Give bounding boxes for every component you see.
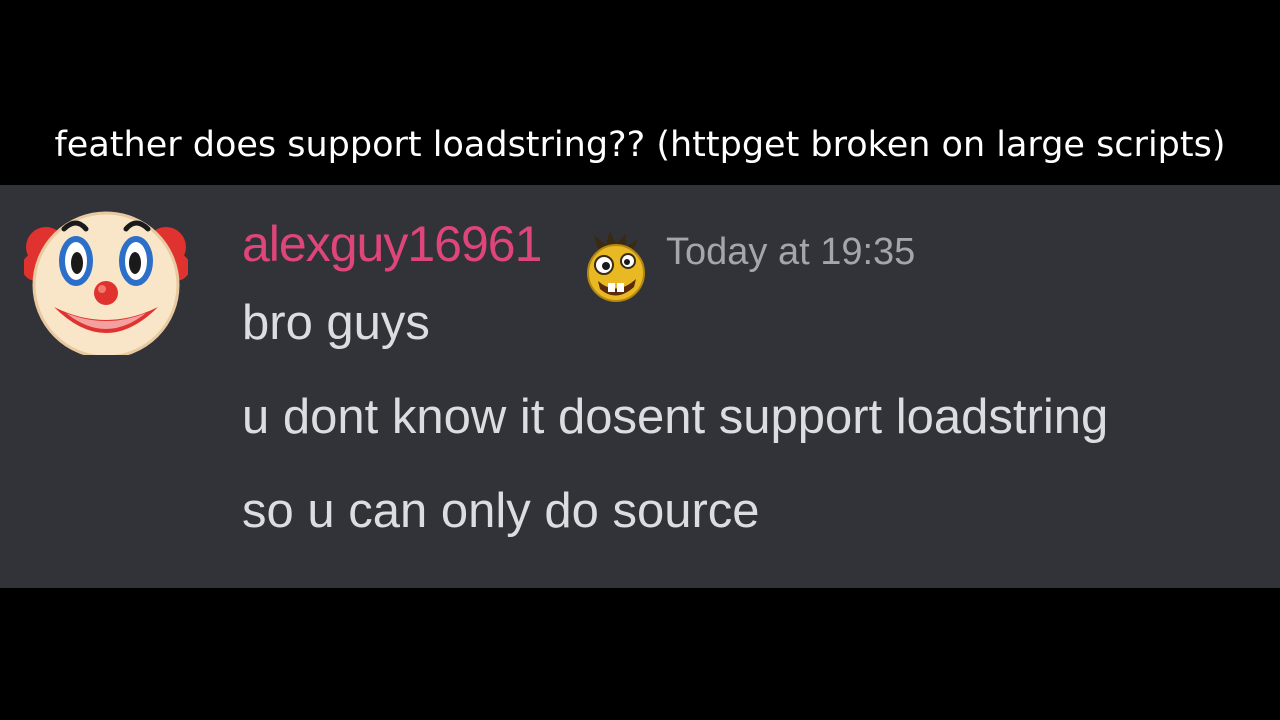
meme-caption: feather does support loadstring?? (httpg… bbox=[54, 125, 1226, 165]
goofy-face-emoji-icon[interactable] bbox=[582, 231, 650, 303]
message-line: so u can only do source bbox=[242, 484, 760, 538]
message-line: u dont know it dosent support loadstring bbox=[242, 390, 1109, 444]
timestamp: Today at 19:35 bbox=[666, 231, 916, 273]
page: feather does support loadstring?? (httpg… bbox=[0, 0, 1280, 720]
chat-message: alexguy16961 Today at 19:35 bro guys u d… bbox=[0, 185, 1280, 588]
message-line: bro guys bbox=[242, 296, 430, 350]
username[interactable]: alexguy16961 bbox=[242, 213, 542, 275]
clown-face-icon[interactable] bbox=[24, 209, 188, 355]
